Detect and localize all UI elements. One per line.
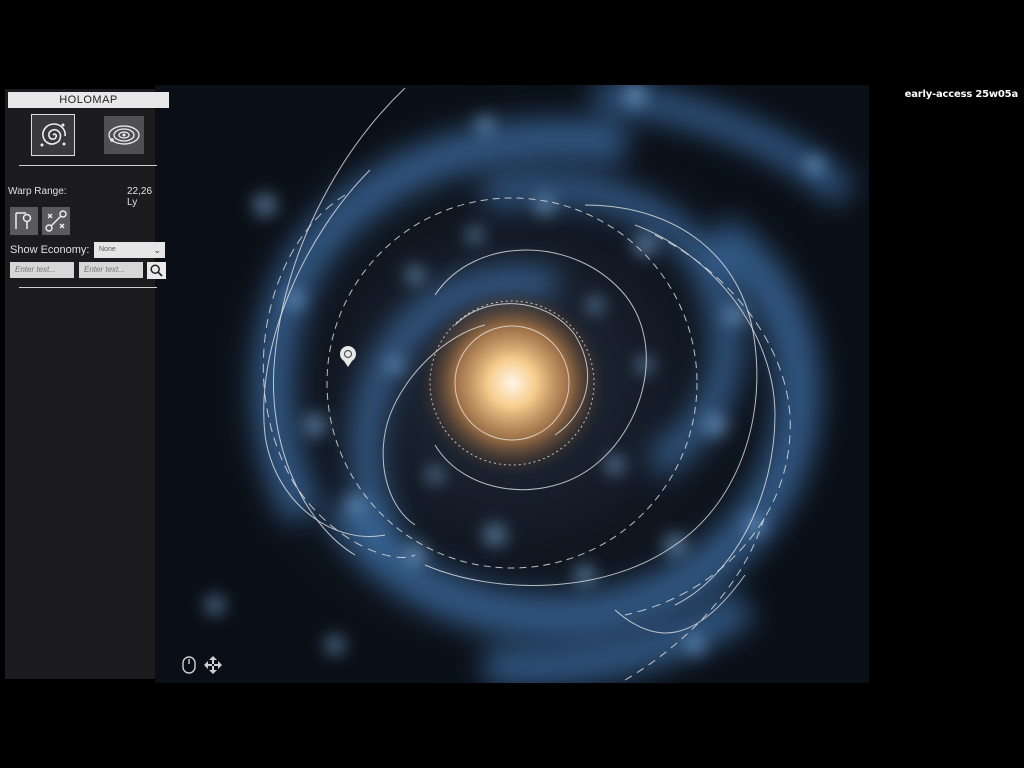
orbit-view-button[interactable]: [104, 116, 144, 154]
pan-arrows-icon[interactable]: [204, 656, 222, 674]
route-tool-button[interactable]: [42, 207, 70, 235]
galaxy-map[interactable]: [155, 85, 869, 683]
chevron-down-icon: ⌄: [153, 245, 161, 255]
divider: [19, 165, 157, 166]
search-input-1[interactable]: [10, 262, 74, 278]
spiral-galaxy-icon: [40, 123, 66, 147]
search-icon: [150, 264, 163, 277]
galaxy-render: [155, 85, 869, 683]
warp-range-label: Warp Range:: [8, 186, 67, 197]
search-input-2[interactable]: [79, 262, 143, 278]
panel-title: HOLOMAP: [8, 92, 169, 108]
warp-range-value: 22,26 Ly: [127, 186, 153, 208]
version-label: early-access 25w05a: [904, 89, 1019, 100]
mouse-icon[interactable]: [181, 656, 197, 674]
orbit-rings-icon: [108, 125, 140, 145]
show-economy-label: Show Economy:: [10, 244, 90, 256]
pin-tool-icon: [15, 212, 32, 229]
economy-dropdown[interactable]: None ⌄: [94, 242, 165, 258]
search-button[interactable]: [147, 262, 166, 279]
divider: [19, 287, 157, 288]
spiral-view-button[interactable]: [31, 114, 75, 156]
route-tool-icon: [45, 210, 67, 232]
holomap-panel: HOLOMAP Warp Range: 22,26 Ly Show Econom…: [5, 89, 169, 679]
economy-selected-value: None: [99, 246, 116, 253]
pin-tool-button[interactable]: [10, 207, 38, 235]
